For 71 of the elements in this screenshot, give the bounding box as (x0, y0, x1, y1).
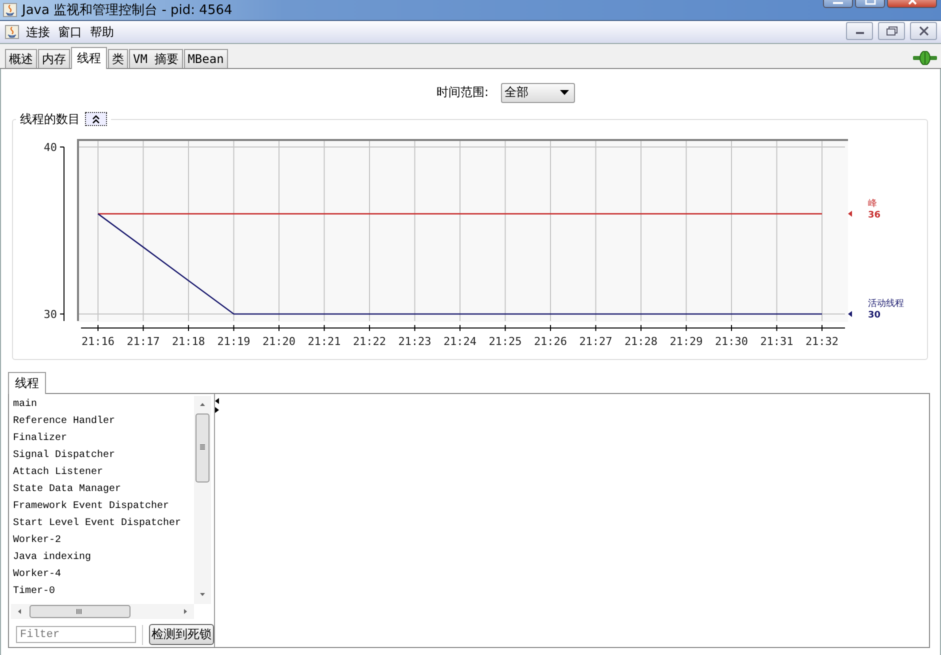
close-button[interactable] (887, 0, 937, 8)
x-tick-label: 21:20 (262, 335, 296, 348)
list-item[interactable]: Timer-0 (11, 583, 194, 600)
list-item[interactable]: Finalizer (11, 430, 194, 447)
collapse-button[interactable] (85, 112, 107, 126)
menu-item[interactable]: 窗口 (57, 24, 83, 40)
time-range-dropdown[interactable]: 全部 (500, 82, 575, 102)
restore-icon (886, 26, 897, 36)
x-tick-label: 21:17 (126, 335, 160, 348)
x-tick-label: 21:22 (352, 335, 386, 348)
window-title: Java 监视和管理控制台 - pid: 4564 (22, 2, 232, 19)
minimize-icon (833, 2, 843, 4)
maximize-icon (865, 0, 876, 5)
list-item[interactable]: Reference Handler (11, 413, 194, 430)
tab[interactable]: 内存 (38, 49, 70, 68)
x-tick-label: 21:18 (172, 335, 206, 348)
tab[interactable]: 概述 (5, 49, 37, 68)
close-button[interactable] (910, 22, 937, 40)
y-tick-label: 40 (44, 141, 57, 154)
list-item[interactable]: Worker-2 (11, 532, 194, 549)
x-tick-label: 21:25 (488, 335, 522, 348)
list-item[interactable]: Worker-4 (11, 566, 194, 583)
x-tick-label: 21:27 (579, 335, 612, 348)
y-tick-label: 30 (44, 308, 57, 321)
list-item[interactable]: main (11, 396, 194, 413)
close-icon (908, 0, 917, 5)
caret-icon (560, 90, 569, 95)
minimize-button[interactable] (846, 22, 873, 40)
restore-button[interactable] (878, 22, 905, 40)
java-cup-icon (5, 25, 19, 39)
connection-plug-icon (913, 51, 937, 65)
x-tick-label: 21:29 (670, 335, 703, 348)
tab[interactable]: 类 (108, 49, 128, 68)
legend-label: 峰 (868, 198, 877, 209)
legend-label: 活动线程 (868, 299, 904, 309)
x-tick-label: 21:30 (714, 335, 748, 348)
panel-title: 线程的数目 (20, 110, 80, 128)
x-tick-label: 21:28 (624, 335, 658, 348)
x-tick-label: 21:23 (398, 335, 432, 348)
horizontal-scrollbar[interactable] (11, 604, 194, 619)
list-item[interactable]: Start Level Event Dispatcher (11, 515, 194, 532)
x-tick-label: 21:19 (217, 335, 250, 348)
minimize-button[interactable] (823, 0, 853, 8)
tab[interactable]: 线程 (71, 47, 107, 69)
detect-deadlock-button[interactable]: 检测到死锁 (148, 624, 214, 645)
list-item[interactable]: Signal Dispatcher (11, 447, 194, 464)
legend-value: 36 (868, 210, 881, 220)
filter-field[interactable]: Filter (16, 626, 136, 643)
list-item[interactable]: Attach Listener (11, 464, 194, 481)
minimize-icon (856, 32, 864, 34)
x-tick-label: 21:32 (805, 335, 839, 348)
double-chevron-up-icon (91, 114, 101, 124)
tab[interactable]: VM 摘要 (129, 49, 183, 68)
time-range-label: 时间范围: (436, 84, 489, 101)
close-icon (918, 26, 928, 36)
maximize-button[interactable] (855, 0, 885, 8)
java-cup-icon (3, 3, 17, 17)
vertical-scrollbar[interactable] (194, 396, 211, 604)
x-tick-label: 21:24 (443, 335, 477, 348)
legend-value: 30 (868, 310, 881, 320)
tab[interactable]: 线程 (8, 372, 46, 394)
tab[interactable]: MBean (184, 49, 228, 68)
x-tick-label: 21:21 (308, 335, 341, 348)
list-item[interactable]: Framework Event Dispatcher (11, 498, 194, 515)
menu-item[interactable]: 帮助 (89, 24, 115, 40)
x-tick-label: 21:31 (760, 335, 794, 348)
menu-item[interactable]: 连接 (25, 24, 51, 40)
x-tick-label: 21:16 (81, 335, 115, 348)
list-item[interactable]: State Data Manager (11, 481, 194, 498)
x-tick-label: 21:26 (534, 335, 568, 348)
list-item[interactable]: Java indexing (11, 549, 194, 566)
